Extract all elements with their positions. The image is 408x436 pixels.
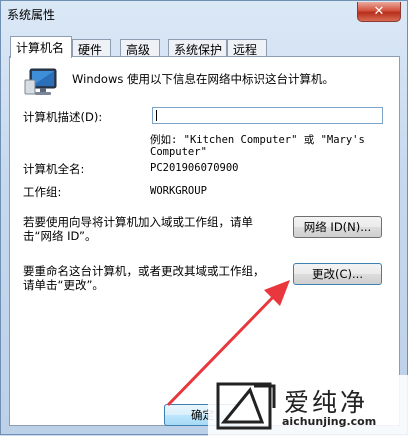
watermark-url: aichunjing.com: [282, 415, 377, 428]
watermark-logo-icon: [216, 382, 276, 430]
watermark: 爱纯净 aichunjing.com: [208, 375, 408, 436]
system-properties-window: 系统属性 ✕ 计算机名 硬件 高级 系统保护 远程 Windows 使用以下信息…: [0, 0, 408, 436]
red-arrow-annotation: [167, 280, 290, 406]
tab-computer-name[interactable]: 计算机名: [10, 36, 72, 58]
watermark-text: 爱纯净: [284, 388, 369, 417]
